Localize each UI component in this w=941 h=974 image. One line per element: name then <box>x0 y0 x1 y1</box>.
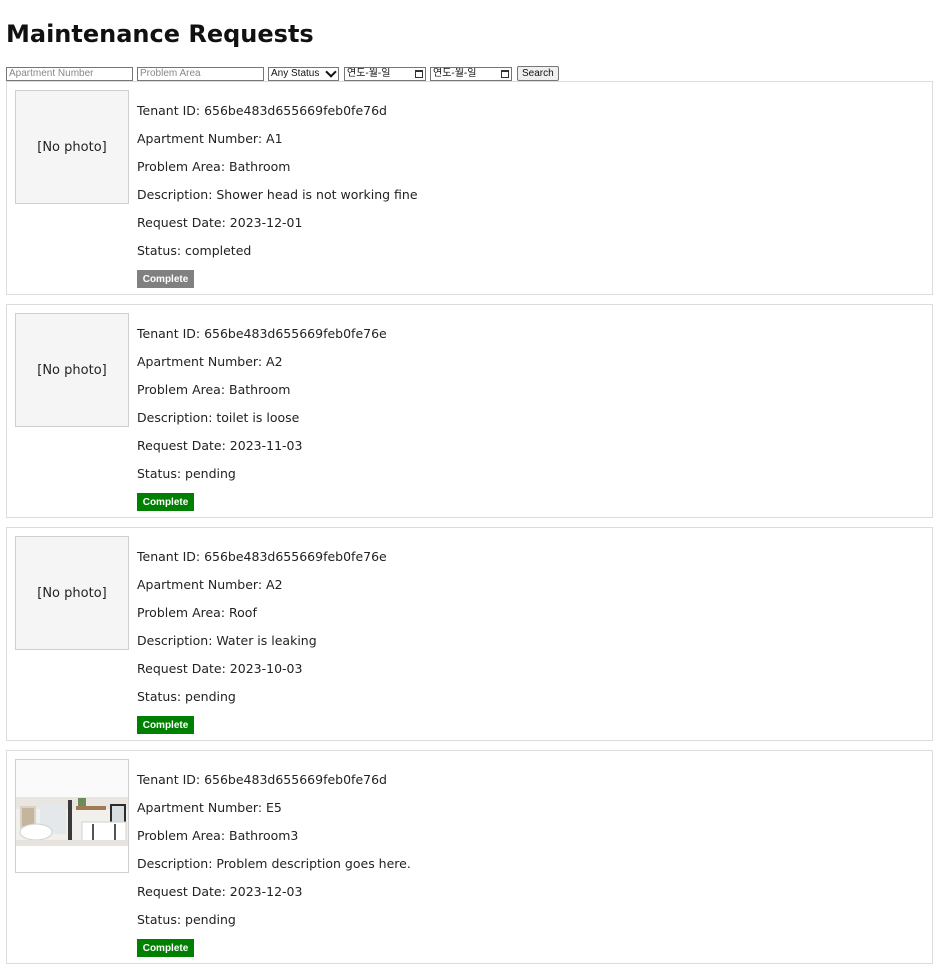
date-to-input[interactable]: 연도-월-일 <box>430 66 512 81</box>
request-date-text: Request Date: 2023-12-01 <box>137 215 303 230</box>
description-text: Description: Problem description goes he… <box>137 856 411 871</box>
problem-area-text: Problem Area: Bathroom <box>137 159 291 174</box>
problem-area-text: Problem Area: Bathroom <box>137 382 291 397</box>
chevron-down-icon <box>325 67 337 78</box>
page-title: Maintenance Requests <box>6 20 314 48</box>
date-from-placeholder: 연도-월-일 <box>347 67 391 79</box>
request-card: Tenant ID: 656be483d655669feb0fe76d Apart… <box>6 750 933 964</box>
problem-area-text: Problem Area: Bathroom3 <box>137 828 299 843</box>
tenant-id-text: Tenant ID: 656be483d655669feb0fe76d <box>137 103 387 118</box>
request-date-text: Request Date: 2023-10-03 <box>137 661 303 676</box>
apartment-number-text: Apartment Number: E5 <box>137 800 282 815</box>
status-select-value: Any Status <box>271 67 320 79</box>
request-photo <box>15 759 129 873</box>
calendar-icon[interactable] <box>501 69 509 78</box>
calendar-icon[interactable] <box>415 69 423 78</box>
search-button[interactable]: Search <box>517 66 559 81</box>
status-text: Status: pending <box>137 466 236 481</box>
request-date-text: Request Date: 2023-12-03 <box>137 884 303 899</box>
apartment-number-text: Apartment Number: A2 <box>137 577 283 592</box>
tenant-id-text: Tenant ID: 656be483d655669feb0fe76d <box>137 772 387 787</box>
complete-button[interactable]: Complete <box>137 493 194 511</box>
apartment-number-text: Apartment Number: A2 <box>137 354 283 369</box>
complete-button[interactable]: Complete <box>137 939 194 957</box>
request-card: [No photo] Tenant ID: 656be483d655669feb0… <box>6 304 933 518</box>
status-select[interactable]: Any Status <box>268 66 339 81</box>
complete-button[interactable]: Complete <box>137 716 194 734</box>
status-text: Status: completed <box>137 243 252 258</box>
no-photo-placeholder: [No photo] <box>15 90 129 204</box>
description-text: Description: Water is leaking <box>137 633 317 648</box>
apartment-number-input[interactable]: Apartment Number <box>6 66 133 81</box>
tenant-id-text: Tenant ID: 656be483d655669feb0fe76e <box>137 326 387 341</box>
problem-area-input[interactable]: Problem Area <box>137 66 264 81</box>
request-date-text: Request Date: 2023-11-03 <box>137 438 303 453</box>
no-photo-placeholder: [No photo] <box>15 536 129 650</box>
description-text: Description: toilet is loose <box>137 410 300 425</box>
date-from-input[interactable]: 연도-월-일 <box>344 66 426 81</box>
problem-area-placeholder: Problem Area <box>140 67 201 79</box>
request-card: [No photo] Tenant ID: 656be483d655669feb0… <box>6 81 933 295</box>
no-photo-placeholder: [No photo] <box>15 313 129 427</box>
apartment-number-text: Apartment Number: A1 <box>137 131 283 146</box>
complete-button[interactable]: Complete <box>137 270 194 288</box>
status-text: Status: pending <box>137 689 236 704</box>
request-card: [No photo] Tenant ID: 656be483d655669feb0… <box>6 527 933 741</box>
tenant-id-text: Tenant ID: 656be483d655669feb0fe76e <box>137 549 387 564</box>
apartment-number-placeholder: Apartment Number <box>9 67 94 79</box>
description-text: Description: Shower head is not working … <box>137 187 418 202</box>
status-text: Status: pending <box>137 912 236 927</box>
bathroom-photo-image <box>16 760 128 872</box>
filter-bar: Apartment Number Problem Area Any Status… <box>6 66 559 81</box>
problem-area-text: Problem Area: Roof <box>137 605 257 620</box>
date-to-placeholder: 연도-월-일 <box>433 67 477 79</box>
